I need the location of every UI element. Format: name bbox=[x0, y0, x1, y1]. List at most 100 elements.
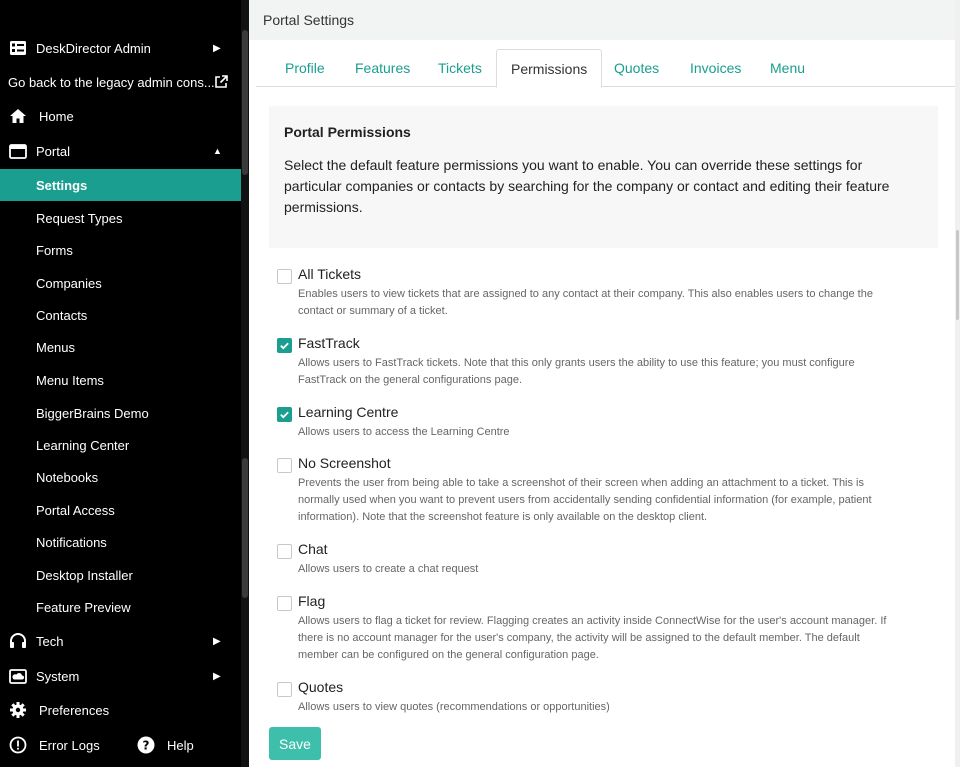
sidebar: DeskDirector Admin ▶ Go back to the lega… bbox=[0, 0, 249, 767]
permission-description: Enables users to view tickets that are a… bbox=[298, 288, 873, 317]
headset-icon bbox=[9, 632, 27, 650]
sidebar-item-label: Portal Access bbox=[36, 502, 115, 518]
sidebar-item-label: Menus bbox=[36, 339, 76, 355]
tab-features[interactable]: Features bbox=[355, 49, 410, 87]
sidebar-item-portal-access[interactable]: Portal Access bbox=[0, 494, 241, 526]
tab-invoices[interactable]: Invoices bbox=[690, 49, 741, 87]
sidebar-item-label: Portal bbox=[36, 143, 70, 159]
sidebar-item-settings[interactable]: Settings bbox=[0, 169, 241, 201]
no-screenshot-checkbox[interactable] bbox=[277, 458, 292, 473]
sidebar-item-label: Preferences bbox=[39, 702, 110, 718]
panel-description: Select the default feature permissions y… bbox=[284, 157, 890, 215]
sidebar-item-feature-preview[interactable]: Feature Preview bbox=[0, 591, 241, 623]
sidebar-item-menus[interactable]: Menus bbox=[0, 331, 241, 363]
sidebar-item-biggerbrains-demo[interactable]: BiggerBrains Demo bbox=[0, 397, 241, 429]
panel-title: Portal Permissions bbox=[284, 124, 411, 140]
sidebar-item-label: Contacts bbox=[36, 307, 88, 323]
sidebar-item-label: Go back to the legacy admin cons... bbox=[8, 74, 215, 90]
sidebar-item-label: Forms bbox=[36, 242, 73, 258]
tab-label: Invoices bbox=[690, 60, 742, 76]
system-cloud-icon bbox=[9, 667, 27, 685]
all-tickets-checkbox[interactable] bbox=[277, 269, 292, 284]
flag-checkbox[interactable] bbox=[277, 596, 292, 611]
sidebar-item-label: Menu Items bbox=[36, 372, 104, 388]
permission-description: Allows users to view quotes (recommendat… bbox=[298, 701, 610, 713]
sidebar-item-label: Learning Center bbox=[36, 437, 130, 453]
sidebar-item-label: Notifications bbox=[36, 534, 107, 550]
main-scrollbar-track[interactable] bbox=[955, 0, 960, 767]
sidebar-item-home[interactable]: Home bbox=[0, 106, 241, 126]
permission-title: All Tickets bbox=[298, 266, 362, 282]
sidebar-item-label: Error Logs bbox=[39, 737, 100, 753]
sidebar-item-menu-items[interactable]: Menu Items bbox=[0, 364, 241, 396]
permission-title: Flag bbox=[298, 593, 326, 609]
caret-right-icon: ▶ bbox=[213, 42, 221, 54]
alert-circle-icon bbox=[9, 736, 27, 754]
sidebar-item-legacy-admin[interactable]: Go back to the legacy admin cons... bbox=[0, 72, 241, 92]
sidebar-item-label: BiggerBrains Demo bbox=[36, 405, 149, 421]
permission-title: Quotes bbox=[298, 679, 344, 695]
sidebar-item-forms[interactable]: Forms bbox=[0, 234, 241, 266]
sidebar-item-preferences[interactable]: Preferences bbox=[0, 700, 241, 720]
sidebar-item-notebooks[interactable]: Notebooks bbox=[0, 461, 241, 493]
permission-description: Allows users to access the Learning Cent… bbox=[298, 426, 510, 438]
sidebar-scrollbar-thumb-lower[interactable] bbox=[242, 458, 248, 598]
sidebar-item-learning-center[interactable]: Learning Center bbox=[0, 429, 241, 461]
tab-label: Tickets bbox=[438, 60, 482, 76]
chat-checkbox[interactable] bbox=[277, 544, 292, 559]
sidebar-item-notifications[interactable]: Notifications bbox=[0, 526, 241, 558]
sidebar-item-label: Companies bbox=[36, 275, 102, 291]
tab-menu[interactable]: Menu bbox=[770, 49, 805, 87]
sidebar-item-tech[interactable]: Tech ▶ bbox=[0, 631, 241, 651]
sidebar-scrollbar-thumb[interactable] bbox=[242, 30, 248, 175]
sidebar-item-help[interactable]: ? Help bbox=[128, 735, 238, 755]
settings-tabs: Profile Features Tickets Permissions Quo… bbox=[256, 49, 956, 88]
permission-description: Prevents the user from being able to tak… bbox=[298, 477, 872, 523]
sidebar-item-companies[interactable]: Companies bbox=[0, 267, 241, 299]
sidebar-item-label: Notebooks bbox=[36, 469, 99, 485]
tab-permissions[interactable]: Permissions bbox=[496, 49, 603, 88]
sidebar-item-label: DeskDirector Admin bbox=[36, 40, 151, 56]
permission-title: Learning Centre bbox=[298, 404, 399, 420]
tab-tickets[interactable]: Tickets bbox=[438, 49, 482, 87]
permission-title: No Screenshot bbox=[298, 455, 391, 471]
tab-label: Profile bbox=[285, 60, 325, 76]
sidebar-item-portal[interactable]: Portal ▲ bbox=[0, 141, 241, 161]
learning-centre-checkbox[interactable] bbox=[277, 407, 292, 422]
check-icon bbox=[280, 342, 289, 350]
sidebar-item-desktop-installer[interactable]: Desktop Installer bbox=[0, 559, 241, 591]
tab-quotes[interactable]: Quotes bbox=[614, 49, 659, 87]
sidebar-item-deskdirector-admin[interactable]: DeskDirector Admin ▶ bbox=[0, 38, 241, 58]
sidebar-item-label: Feature Preview bbox=[36, 599, 131, 615]
fasttrack-checkbox[interactable] bbox=[277, 338, 292, 353]
quotes-checkbox[interactable] bbox=[277, 682, 292, 697]
tab-label: Permissions bbox=[511, 60, 588, 77]
permission-title: Chat bbox=[298, 541, 328, 557]
permission-description: Allows users to flag a ticket for review… bbox=[298, 615, 887, 661]
svg-text:?: ? bbox=[143, 738, 150, 752]
sidebar-item-label: Home bbox=[39, 108, 74, 124]
sidebar-item-error-logs[interactable]: Error Logs bbox=[0, 735, 120, 755]
help-icon: ? bbox=[137, 736, 155, 754]
main-scrollbar-thumb[interactable] bbox=[956, 230, 959, 320]
sidebar-item-label: Help bbox=[167, 737, 194, 753]
save-button[interactable]: Save bbox=[269, 727, 321, 760]
page-title: Portal Settings bbox=[263, 12, 355, 28]
permission-title: FastTrack bbox=[298, 335, 360, 351]
admin-icon bbox=[9, 39, 27, 57]
home-icon bbox=[9, 107, 27, 125]
sidebar-item-request-types[interactable]: Request Types bbox=[0, 202, 241, 234]
sidebar-item-label: Tech bbox=[36, 633, 64, 649]
permission-description: Allows users to FastTrack tickets. Note … bbox=[298, 357, 855, 386]
caret-up-icon: ▲ bbox=[213, 146, 222, 156]
caret-right-icon: ▶ bbox=[213, 670, 221, 682]
tab-profile[interactable]: Profile bbox=[285, 49, 325, 87]
sidebar-item-contacts[interactable]: Contacts bbox=[0, 299, 241, 331]
sidebar-item-label: Request Types bbox=[36, 210, 123, 226]
tab-label: Quotes bbox=[614, 60, 660, 76]
sidebar-item-label: Settings bbox=[36, 177, 88, 193]
sidebar-item-system[interactable]: System ▶ bbox=[0, 666, 241, 686]
external-link-icon bbox=[212, 73, 230, 91]
tab-label: Features bbox=[355, 60, 411, 76]
portal-permissions-panel: Portal Permissions Select the default fe… bbox=[269, 106, 938, 248]
